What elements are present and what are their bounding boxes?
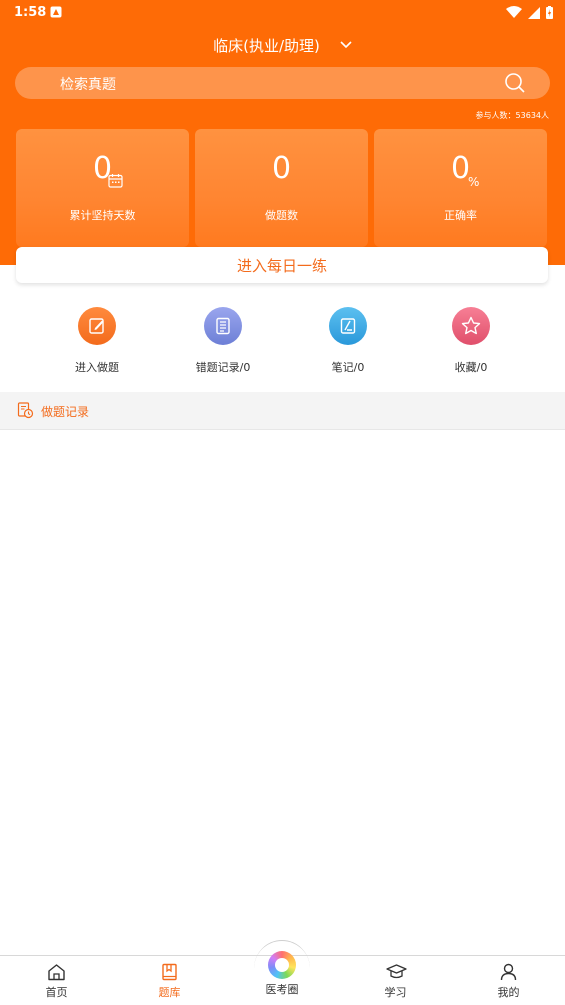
- quick-action-practice[interactable]: 进入做题: [37, 307, 157, 377]
- circle-logo-icon[interactable]: [268, 951, 296, 979]
- quick-action-label: 错题记录/0: [195, 361, 251, 374]
- daily-practice-label: 进入每日一练: [236, 256, 327, 275]
- tab-home[interactable]: 首页: [0, 956, 113, 1005]
- edit-icon: [78, 307, 116, 345]
- stat-value: 0: [271, 151, 292, 186]
- search-icon[interactable]: [504, 72, 526, 94]
- status-time: 1:58: [14, 5, 47, 20]
- search-placeholder: 检索真题: [60, 77, 116, 93]
- stat-card-accuracy: 0 % 正确率: [374, 129, 547, 247]
- book-icon: [162, 963, 177, 981]
- exam-category-selector[interactable]: 临床(执业/助理): [0, 33, 565, 57]
- quick-action-label: 收藏/0: [454, 361, 488, 374]
- battery-icon: [546, 6, 553, 19]
- tab-label: 我的: [497, 986, 520, 999]
- home-icon: [48, 964, 65, 981]
- user-icon: [500, 963, 517, 981]
- practice-record-header[interactable]: 做题记录: [0, 392, 565, 430]
- tab-label: 题库: [158, 986, 181, 999]
- wifi-icon: [506, 6, 522, 18]
- star-icon: [452, 307, 490, 345]
- notebook-icon: [204, 307, 242, 345]
- app-notification-icon: [50, 6, 62, 18]
- search-input[interactable]: 检索真题: [15, 67, 550, 99]
- tab-question-bank[interactable]: 题库: [113, 956, 226, 1005]
- tab-label: 学习: [384, 986, 407, 999]
- signal-icon: [528, 7, 540, 19]
- status-bar: 1:58: [0, 0, 565, 26]
- stat-card-days: 0 累计坚持天数: [16, 129, 189, 247]
- stat-label: 累计坚持天数: [69, 209, 136, 222]
- participants-count: 参与人数：53634人: [475, 111, 549, 120]
- quick-action-label: 进入做题: [75, 361, 119, 374]
- tab-mine[interactable]: 我的: [452, 956, 565, 1005]
- calendar-icon: [108, 174, 123, 188]
- daily-practice-button[interactable]: 进入每日一练: [16, 247, 548, 283]
- history-icon: [17, 402, 34, 419]
- practice-record-label: 做题记录: [41, 405, 90, 419]
- graduation-cap-icon: [386, 964, 407, 979]
- chevron-down-icon: [340, 41, 352, 49]
- tab-study[interactable]: 学习: [339, 956, 452, 1005]
- stat-label: 做题数: [265, 209, 298, 222]
- quick-action-wrong-answers[interactable]: 错题记录/0: [163, 307, 283, 377]
- quick-action-label: 笔记/0: [331, 361, 365, 374]
- tab-community[interactable]: 医考圈: [248, 981, 316, 997]
- percent-unit: %: [468, 175, 480, 189]
- page-title: 临床(执业/助理): [213, 36, 320, 55]
- quick-action-favorites[interactable]: 收藏/0: [411, 307, 531, 377]
- stat-card-questions: 0 做题数: [195, 129, 368, 247]
- quick-action-notes[interactable]: 笔记/0: [288, 307, 408, 377]
- tab-label: 首页: [45, 986, 68, 999]
- note-icon: [329, 307, 367, 345]
- stat-label: 正确率: [444, 209, 477, 222]
